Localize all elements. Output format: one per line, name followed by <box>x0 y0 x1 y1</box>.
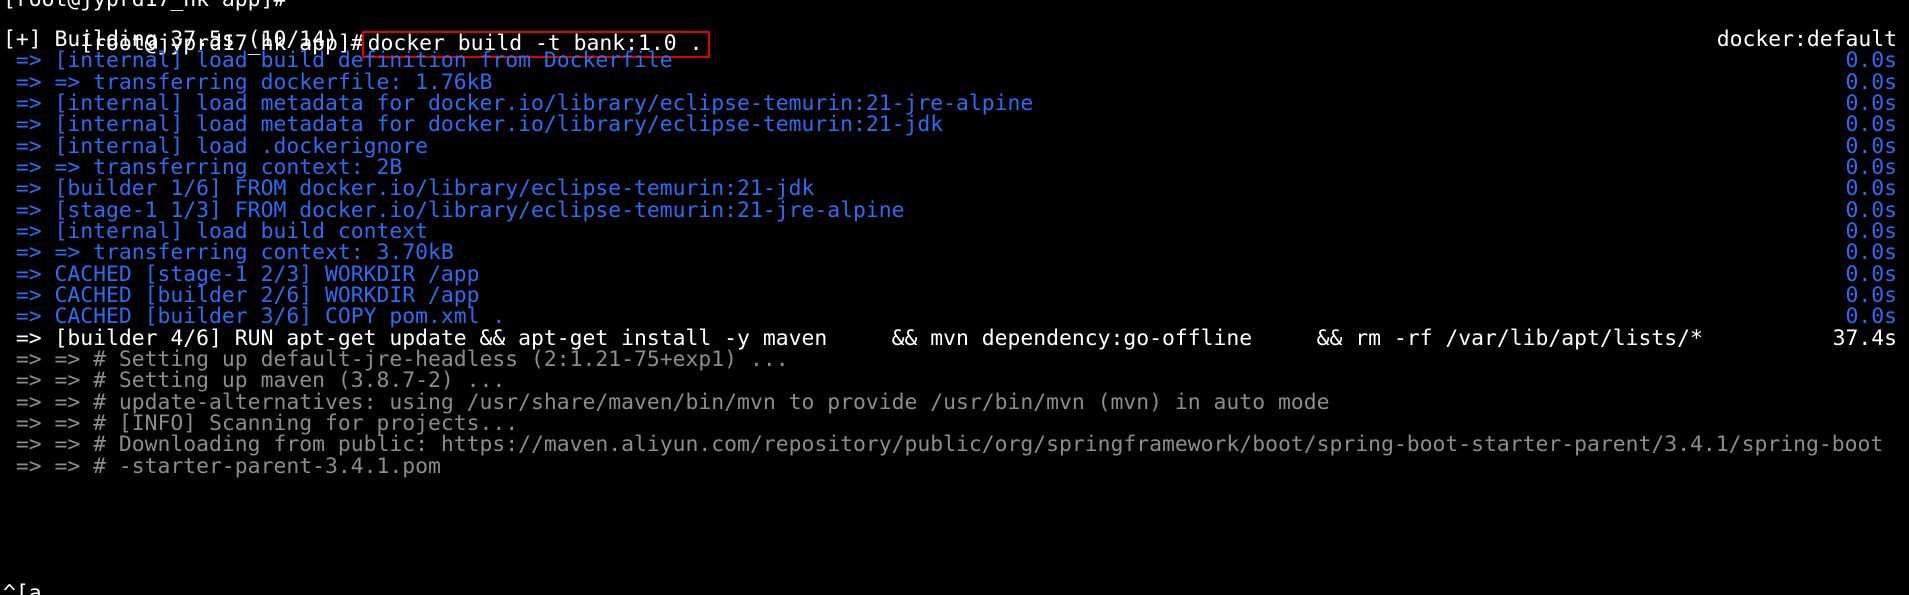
terminal-window[interactable]: [root@jyprd17_hk app]# [root@jyprd17_hk … <box>0 0 1909 595</box>
output-line: => => # -starter-parent-3.4.1.pom <box>3 454 1897 480</box>
cursor-line: ^[a <box>3 581 1897 595</box>
cursor-text: ^[a <box>3 581 42 595</box>
output-line-text: => => # -starter-parent-3.4.1.pom <box>3 453 441 479</box>
